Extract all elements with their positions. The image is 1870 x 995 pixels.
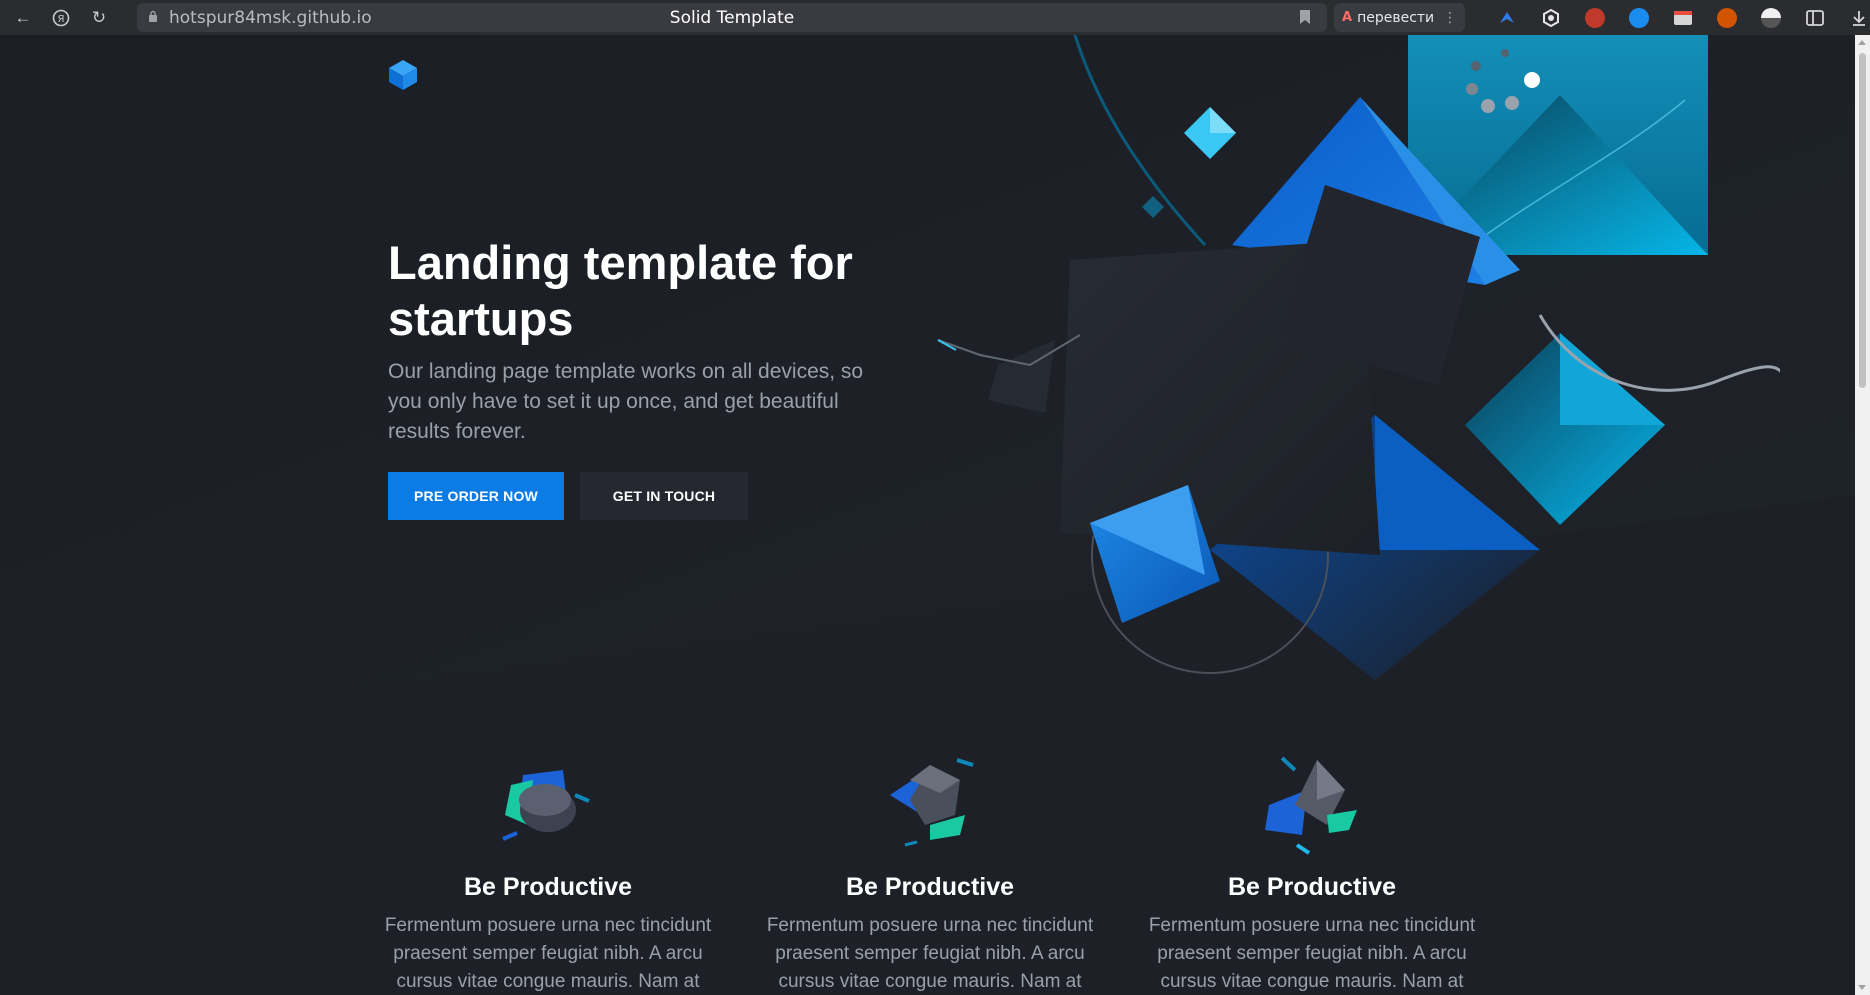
extension-panel-icon[interactable]	[1793, 4, 1837, 32]
feature-title: Be Productive	[845, 873, 1015, 901]
hero-title: Landing template for startups	[388, 236, 853, 345]
yandex-icon[interactable]: Я	[48, 5, 74, 31]
download-icon[interactable]	[1837, 4, 1870, 32]
back-icon[interactable]: ←	[10, 5, 36, 31]
feature-card: Be Productive Fermentum posuere urna nec…	[765, 755, 1095, 995]
prism-icon	[1265, 756, 1357, 855]
get-in-touch-button[interactable]: GET IN TOUCH	[580, 472, 748, 520]
scroll-up-icon[interactable]	[1858, 40, 1866, 45]
extensions-bar	[1485, 4, 1870, 32]
hero-illustration	[937, 35, 1780, 680]
url-text[interactable]: hotspur84msk.github.io	[169, 8, 372, 28]
feature-title: Be Productive	[1227, 873, 1397, 901]
more-options-icon[interactable]: ⋮	[1443, 10, 1457, 26]
scroll-down-icon[interactable]	[1858, 985, 1866, 990]
page-content: Landing template for startups Our landin…	[0, 35, 1855, 995]
scrollbar-thumb[interactable]	[1859, 53, 1866, 388]
cylinder-icon	[502, 770, 590, 841]
cube-icon	[890, 758, 974, 847]
feature-title: Be Productive	[463, 873, 633, 901]
svg-text:Я: Я	[58, 14, 65, 25]
page-scrollbar[interactable]	[1855, 35, 1870, 995]
address-bar[interactable]: hotspur84msk.github.io Solid Template	[137, 3, 1327, 32]
extension-shield-icon[interactable]	[1529, 4, 1573, 32]
extension-character2-icon[interactable]	[1705, 4, 1749, 32]
reload-icon[interactable]: ↻	[86, 5, 112, 31]
translate-icon: A	[1342, 10, 1353, 25]
feature-card: Be Productive Fermentum posuere urna nec…	[383, 755, 713, 995]
pre-order-button[interactable]: PRE ORDER NOW	[388, 472, 564, 520]
hero-description: Our landing page template works on all d…	[388, 360, 864, 443]
bookmark-icon[interactable]	[1299, 9, 1311, 25]
logo-icon[interactable]	[388, 59, 418, 91]
extension-character-icon[interactable]	[1573, 4, 1617, 32]
lock-icon	[145, 10, 161, 25]
extension-window-icon[interactable]	[1661, 4, 1705, 32]
translate-label: перевести	[1357, 9, 1435, 26]
extension-shazam-icon[interactable]	[1617, 4, 1661, 32]
feature-card: Be Productive Fermentum posuere urna nec…	[1147, 755, 1477, 995]
feature-text: Fermentum posuere urna nec tincidunt pra…	[384, 915, 712, 992]
feature-text: Fermentum posuere urna nec tincidunt pra…	[766, 915, 1094, 992]
browser-toolbar: ← Я ↻ hotspur84msk.github.io Solid Templ…	[0, 0, 1870, 35]
extension-globe-icon[interactable]	[1749, 4, 1793, 32]
feature-text: Fermentum posuere urna nec tincidunt pra…	[1148, 915, 1476, 992]
translate-button[interactable]: A перевести ⋮	[1334, 3, 1465, 32]
extension-blue-icon[interactable]	[1485, 4, 1529, 32]
